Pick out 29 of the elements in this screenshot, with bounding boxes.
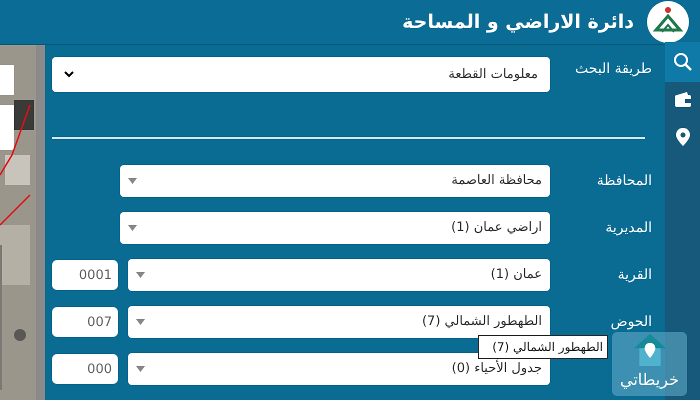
code-field[interactable]: 000 (52, 354, 118, 384)
tooltip: الطهطور الشمالي (7) (478, 335, 608, 359)
dropdown[interactable]: الطهطور الشمالي (7) (128, 306, 550, 338)
my-maps-widget[interactable]: خريطاتي (612, 332, 687, 396)
dropdown-arrow-icon (128, 225, 137, 231)
dropdown[interactable]: محافظة العاصمة (120, 165, 550, 197)
dropdown[interactable]: جدول الأحياء (0) (128, 353, 550, 385)
dropdown[interactable]: عمان (1) (128, 259, 550, 291)
field-label: طريقة البحث (574, 60, 653, 79)
location-pin-icon[interactable] (676, 128, 690, 146)
field-label: القرية (616, 266, 653, 284)
dropdown[interactable]: اراضي عمان (1) (120, 212, 550, 244)
dropdown-arrow-icon (136, 366, 145, 372)
header-title: دائرة الاراضي و المساحة (402, 10, 634, 35)
logo-icon (646, 0, 690, 44)
field-label: الحوض (610, 312, 653, 332)
search-method-select[interactable]: معلومات القطعة (52, 57, 550, 92)
search-icon (672, 52, 692, 72)
wallet-icon[interactable] (674, 92, 692, 108)
code-field[interactable]: 0001 (52, 260, 118, 290)
field-label: المديرية (604, 218, 653, 238)
field-label: المحافظة (596, 172, 653, 190)
dropdown-arrow-icon (128, 178, 137, 184)
house-pin-icon (634, 334, 666, 366)
dropdown-arrow-icon (136, 272, 145, 278)
chevron-icon (64, 71, 74, 78)
dropdown-arrow-icon (136, 319, 145, 325)
widget-label: خريطاتي (620, 369, 679, 391)
code-field[interactable]: 007 (52, 307, 118, 337)
